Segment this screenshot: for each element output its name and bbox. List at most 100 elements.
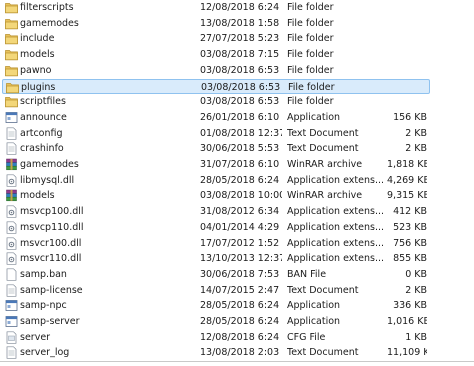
dll-icon — [5, 221, 18, 234]
file-name: samp-server — [20, 316, 80, 327]
file-type: Text Document — [287, 143, 359, 155]
file-size: 9,315 KB — [387, 190, 427, 202]
file-type: Text Document — [287, 127, 359, 139]
file-row[interactable]: crashinfo 30/06/2018 5:53 PM Text Document… — [2, 141, 430, 156]
file-row[interactable]: artconfig 01/08/2018 12:37 ... Text Docume… — [2, 126, 430, 141]
file-name: msvcp100.dll — [20, 206, 84, 218]
file-size — [387, 94, 427, 109]
file-type: Application extens... — [287, 174, 384, 186]
bottom-divider — [0, 361, 474, 362]
file-row[interactable]: samp.ban 30/06/2018 7:53 PM BAN File 0 KB — [2, 267, 430, 282]
file-date-modified: 13/08/2018 2:03 PM — [200, 347, 282, 359]
file-row[interactable]: samp-license 14/07/2015 2:47 PM Text Docum… — [2, 283, 430, 298]
file-row[interactable]: plugins 03/08/2018 6:53 PM File folder — [2, 78, 430, 95]
file-row[interactable]: gamemodes 31/07/2018 6:10 PM WinRAR archiv… — [2, 157, 430, 172]
winrar-archive-icon — [5, 158, 18, 171]
file-date-modified: 13/08/2018 1:58 PM — [200, 17, 282, 29]
file-size: 2 KB — [405, 143, 427, 155]
file-date-modified: 31/08/2012 6:34 PM — [200, 206, 282, 218]
file-name: announce — [20, 111, 67, 123]
file-name: server — [20, 331, 51, 343]
file-size — [387, 31, 427, 46]
file-date-modified: 12/08/2018 6:24 PM — [200, 2, 282, 13]
file-type: File folder — [287, 2, 334, 13]
file-name: gamemodes — [20, 17, 79, 29]
file-row[interactable]: server_log 13/08/2018 2:03 PM Text Documen… — [2, 345, 430, 360]
file-row[interactable]: msvcp110.dll 04/01/2014 4:29 PM Applicatio… — [2, 220, 430, 235]
file-row[interactable]: samp-server 28/05/2018 6:24 PM Application… — [2, 314, 430, 329]
file-row[interactable]: include 27/07/2018 5:23 PM File folder — [2, 31, 430, 46]
file-size — [388, 80, 428, 95]
file-type: Application extens... — [287, 206, 384, 218]
file-date-modified: 13/10/2013 12:37 ... — [200, 253, 282, 265]
text-document-icon — [5, 142, 18, 155]
cfg-file-icon — [5, 331, 18, 344]
file-row[interactable]: samp-npc 28/05/2018 6:24 PM Application 336… — [2, 298, 430, 313]
file-type: Text Document — [287, 347, 359, 359]
file-row[interactable]: gamemodes 13/08/2018 1:58 PM File folder — [2, 16, 430, 31]
file-date-modified: 01/08/2018 12:37 ... — [200, 127, 282, 139]
folder-icon — [5, 64, 18, 77]
file-row[interactable]: models 03/08/2018 7:15 PM File folder — [2, 47, 430, 62]
file-type: Text Document — [287, 284, 359, 296]
text-document-icon — [5, 346, 18, 360]
file-type: Application extens... — [287, 253, 384, 265]
file-name: samp.ban — [20, 268, 67, 280]
file-row[interactable]: msvcr110.dll 13/10/2013 12:37 ... Applicat… — [2, 251, 430, 266]
folder-icon — [5, 17, 18, 30]
file-date-modified: 30/06/2018 7:53 PM — [200, 268, 282, 280]
file-type: File folder — [288, 81, 335, 93]
file-row[interactable]: msvcp100.dll 31/08/2012 6:34 PM Applicatio… — [2, 204, 430, 219]
file-date-modified: 03/08/2018 6:53 PM — [200, 96, 282, 108]
file-date-modified: 12/08/2018 6:24 PM — [200, 331, 282, 343]
dll-icon — [5, 236, 18, 250]
application-icon — [5, 111, 18, 124]
file-date-modified: 14/07/2015 2:47 PM — [200, 284, 282, 296]
file-date-modified: 28/05/2018 6:24 PM — [200, 316, 282, 327]
file-row[interactable]: announce 26/01/2018 6:10 PM Application 156… — [2, 110, 430, 125]
file-size: 1 KB — [405, 331, 427, 343]
file-row[interactable]: models 03/08/2018 10:00 ... WinRAR archive… — [2, 188, 430, 203]
file-date-modified: 28/05/2018 6:24 PM — [200, 174, 282, 186]
file-size: 336 KB — [393, 300, 427, 312]
file-row[interactable]: filterscripts 12/08/2018 6:24 PM File fold… — [2, 0, 430, 15]
file-name: samp-license — [20, 284, 83, 296]
file-date-modified: 03/08/2018 7:15 PM — [200, 49, 282, 61]
file-date-modified: 31/07/2018 6:10 PM — [200, 159, 282, 170]
file-row[interactable]: server 12/08/2018 6:24 PM CFG File 1 KB — [2, 330, 430, 345]
file-row[interactable]: msvcr100.dll 17/07/2012 1:52 PM Applicatio… — [2, 236, 430, 251]
file-date-modified: 04/01/2014 4:29 PM — [200, 221, 282, 233]
file-name: models — [20, 190, 55, 202]
file-row[interactable]: scriptfiles 03/08/2018 6:53 PM File folder — [2, 94, 430, 109]
file-size: 756 KB — [393, 237, 427, 249]
file-name: models — [20, 49, 55, 61]
file-size: 1,818 KB — [387, 159, 427, 170]
file-size: 1,016 KB — [387, 316, 427, 327]
file-date-modified: 30/06/2018 5:53 PM — [200, 143, 282, 155]
file-type: Application — [287, 316, 341, 327]
dll-icon — [5, 205, 18, 218]
file-name: libmysql.dll — [20, 174, 75, 186]
file-type: BAN File — [287, 268, 327, 280]
winrar-archive-icon — [5, 189, 18, 202]
file-name: plugins — [21, 81, 56, 93]
file-row[interactable]: libmysql.dll 28/05/2018 6:24 PM Applicatio… — [2, 173, 430, 188]
file-size — [387, 63, 427, 78]
file-row[interactable]: pawno 03/08/2018 6:53 PM File folder — [2, 63, 430, 78]
file-date-modified: 03/08/2018 6:53 PM — [201, 81, 283, 93]
file-size: 412 KB — [393, 206, 427, 218]
application-icon — [5, 315, 18, 328]
file-name: server_log — [20, 347, 70, 359]
file-name: pawno — [20, 64, 52, 76]
file-size — [387, 16, 427, 31]
file-name: filterscripts — [20, 2, 74, 13]
file-type: Application — [287, 111, 341, 123]
file-name: artconfig — [20, 127, 63, 139]
file-type: File folder — [287, 17, 334, 29]
folder-icon — [5, 48, 18, 61]
file-name: msvcr110.dll — [20, 253, 82, 265]
application-icon — [5, 299, 18, 312]
file-type: File folder — [287, 33, 334, 45]
file-size: 2 KB — [405, 127, 427, 139]
dll-icon — [5, 252, 18, 265]
